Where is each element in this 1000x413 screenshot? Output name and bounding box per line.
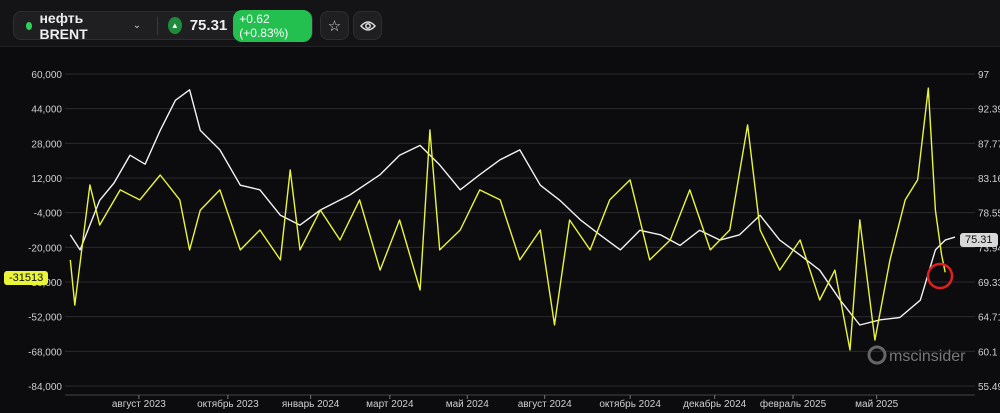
- x-tick-label: май 2025: [855, 399, 898, 410]
- watermark: mscinsider: [889, 348, 966, 365]
- right-tick-label: 78.55: [978, 209, 1000, 220]
- right-tick-label: 69.33: [978, 278, 1000, 289]
- watermark-logo-icon: [867, 345, 887, 365]
- right-tick-label: 92.39: [978, 105, 1000, 116]
- x-tick-label: май 2024: [446, 399, 489, 410]
- right-tick-label: 83.16: [978, 174, 1000, 185]
- left-tick-label: -84,000: [28, 382, 62, 393]
- right-axis-last-value: 75.31: [960, 233, 998, 247]
- x-tick-label: декабрь 2024: [683, 398, 747, 410]
- chart[interactable]: 60,000 97 44,000 92.39 28,000 87.77 12,000 83.1…: [0, 46, 1000, 413]
- series-line-net-positions: [69, 87, 946, 351]
- highlight-circle: [926, 262, 954, 290]
- left-tick-label: -20,000: [28, 243, 62, 254]
- x-tick-label: август 2024: [518, 399, 572, 410]
- instrument-selector[interactable]: нефть BRENT ⌄ ▲ 75.31 +0.62 (+0.83%): [13, 9, 313, 42]
- left-tick-label: 60,000: [31, 70, 62, 81]
- left-tick-label: -68,000: [28, 347, 62, 358]
- left-tick-label: 44,000: [31, 105, 62, 116]
- top-toolbar: нефть BRENT ⌄ ▲ 75.31 +0.62 (+0.83%) ☆: [0, 0, 1000, 47]
- eye-icon: [359, 20, 376, 31]
- x-tick-label: февраль 2025: [760, 398, 827, 410]
- right-tick-label: 97: [978, 70, 990, 81]
- current-price: 75.31: [189, 17, 228, 34]
- trend-up-icon: ▲: [168, 17, 182, 34]
- right-tick-label: 64.71: [978, 313, 1000, 324]
- left-axis-last-value: -31513: [4, 271, 49, 285]
- left-tick-label: -52,000: [28, 313, 62, 324]
- right-tick-label: 60.1: [978, 347, 998, 358]
- chevron-down-icon[interactable]: ⌄: [133, 20, 141, 31]
- left-tick-label: 12,000: [31, 174, 62, 185]
- star-icon: ☆: [327, 17, 342, 35]
- x-tick-label: октябрь 2023: [197, 398, 259, 410]
- left-tick-label: -4,000: [34, 209, 63, 220]
- x-tick-label: январь 2024: [282, 399, 340, 410]
- favorite-button[interactable]: ☆: [320, 11, 349, 40]
- instrument-name: нефть BRENT: [39, 9, 88, 42]
- right-tick-label: 55.49: [978, 382, 1000, 393]
- x-tick-label: октябрь 2024: [599, 398, 661, 410]
- x-tick-label: март 2024: [366, 399, 414, 410]
- price-change-badge: +0.62 (+0.83%): [233, 9, 312, 42]
- divider: [157, 16, 158, 35]
- right-tick-label: 87.77: [978, 139, 1000, 150]
- watch-button[interactable]: [353, 11, 382, 40]
- left-tick-label: 28,000: [31, 139, 62, 150]
- status-dot-icon: [26, 21, 33, 30]
- x-tick-label: август 2023: [112, 399, 166, 410]
